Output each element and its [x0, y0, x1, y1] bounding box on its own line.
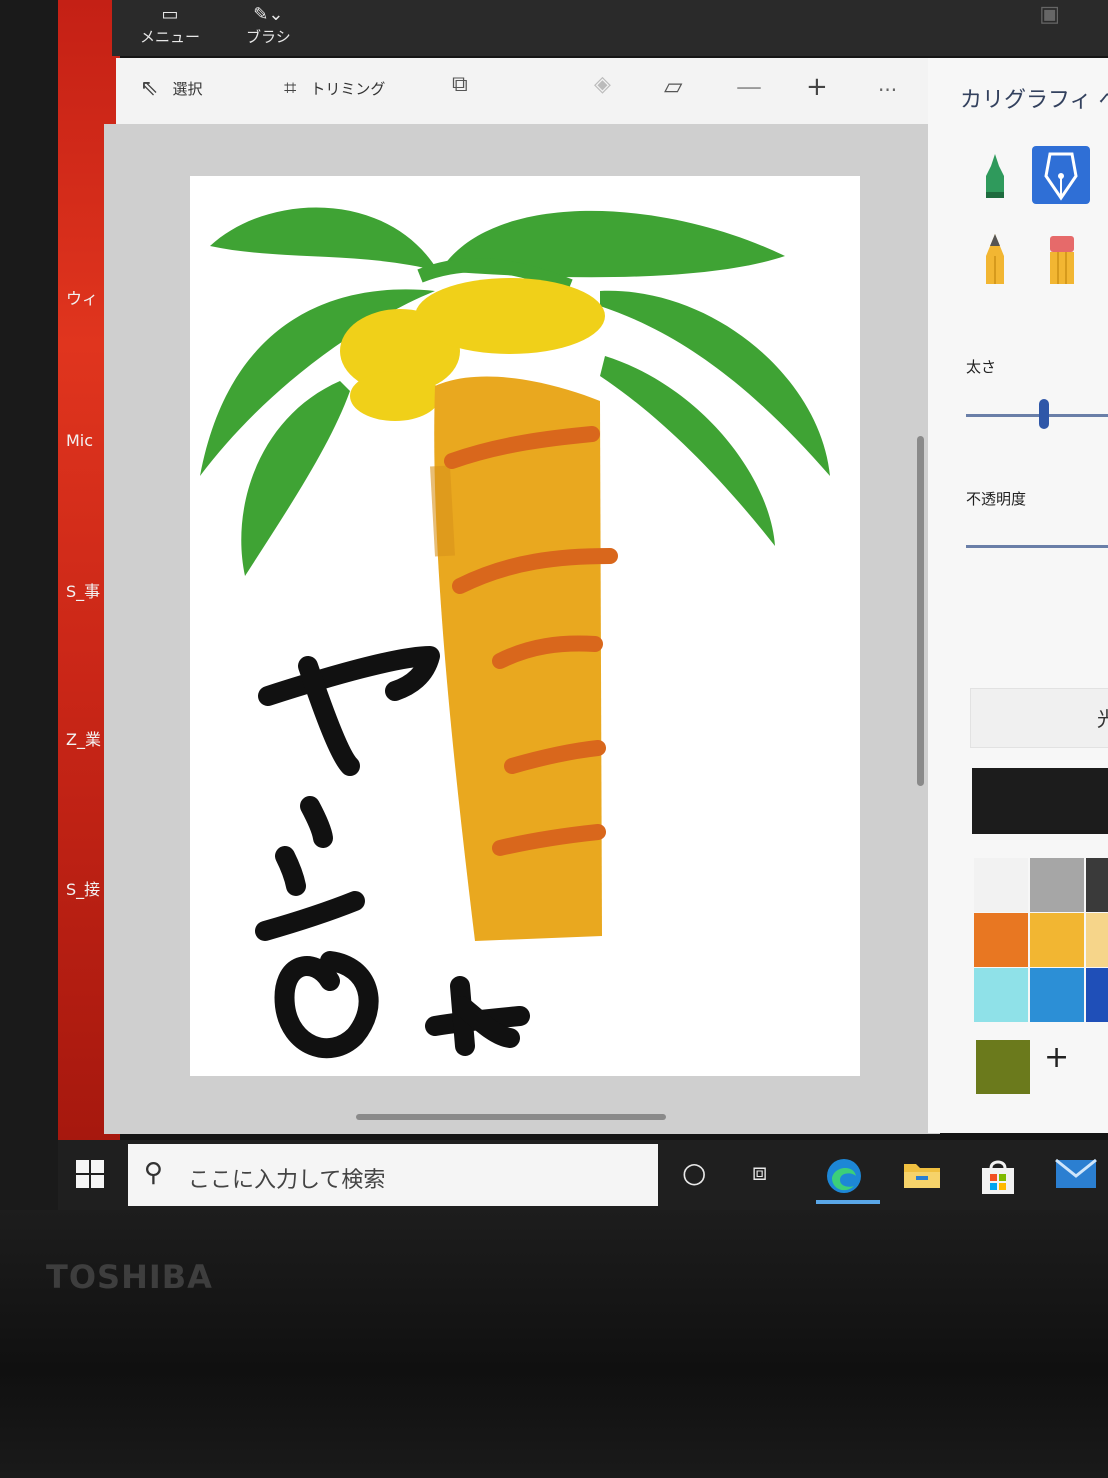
palette-color-swatch[interactable]	[974, 968, 1028, 1022]
laptop-brand-logo: TOSHIBA	[46, 1258, 213, 1296]
horizontal-scrollbar[interactable]	[356, 1114, 666, 1120]
opacity-label: 不透明度	[966, 490, 1027, 508]
stickers-icon[interactable]: ▣	[1039, 2, 1060, 27]
3d-view-icon[interactable]: ▱	[664, 72, 682, 100]
drawing-canvas[interactable]	[190, 176, 860, 1076]
paint3d-app-bar: ▭ メニュー ✎⌄ ブラシ ▣	[112, 0, 1108, 56]
add-color-button[interactable]: +	[1044, 1040, 1069, 1075]
task-view-icon[interactable]: ⧈	[752, 1158, 767, 1186]
laptop-bezel-left	[0, 0, 58, 1220]
eraser-button[interactable]	[1032, 228, 1090, 286]
select-button[interactable]: ⇖ 選択	[140, 76, 202, 101]
palette-color-swatch[interactable]	[1030, 913, 1084, 967]
store-icon[interactable]	[978, 1156, 1018, 1203]
marker-icon	[986, 154, 1004, 198]
desktop-icon-label[interactable]: Mic	[66, 431, 93, 450]
file-explorer-icon[interactable]	[902, 1156, 942, 1199]
custom-color-swatch[interactable]	[976, 1040, 1030, 1094]
search-icon: ⚲	[144, 1158, 164, 1188]
brush-side-panel: カリグラフィ ペン 太さ 不透明度 光	[928, 58, 1108, 1133]
current-color-swatch[interactable]	[972, 768, 1108, 834]
start-button[interactable]	[76, 1160, 104, 1188]
more-options-button[interactable]: ···	[878, 78, 897, 102]
active-app-indicator	[816, 1200, 880, 1204]
thickness-slider[interactable]	[966, 414, 1108, 417]
panel-title: カリグラフィ ペン	[960, 88, 1108, 113]
opacity-slider[interactable]	[966, 545, 1108, 548]
palette-color-swatch[interactable]	[1086, 858, 1108, 912]
pencil-icon	[986, 234, 1004, 284]
thickness-slider-thumb[interactable]	[1039, 399, 1049, 429]
brush-icon: ✎⌄	[253, 4, 284, 25]
palm-tree-drawing	[200, 207, 830, 1059]
vertical-scrollbar[interactable]	[917, 436, 924, 786]
windows-taskbar: ⚲ ここに入力して検索 ○ ⧈	[58, 1140, 1108, 1212]
crop-icon: ⌗	[284, 76, 297, 101]
desktop-icon-label[interactable]: S_事	[66, 578, 100, 602]
windows-logo-icon	[76, 1160, 89, 1173]
partial-button[interactable]: 光	[970, 688, 1108, 748]
menu-button[interactable]: ▭ メニュー	[140, 4, 200, 47]
canvas-toolbar: ⇖ 選択 ⌗ トリミング ⧉ ◈ ▱ — + ···	[116, 58, 928, 124]
canvas-area[interactable]	[104, 124, 940, 1134]
laptop-bezel-bottom: TOSHIBA	[0, 1210, 1108, 1478]
cortana-icon[interactable]: ○	[682, 1156, 706, 1189]
brush-button[interactable]: ✎⌄ ブラシ	[246, 4, 291, 47]
palette-color-swatch[interactable]	[974, 913, 1028, 967]
marker-button[interactable]	[966, 148, 1024, 206]
magic-select-icon[interactable]: ⧉	[452, 72, 468, 97]
cursor-icon: ⇖	[140, 76, 159, 101]
desktop-icon-label[interactable]: ウィ	[66, 285, 98, 309]
eraser-icon	[1050, 236, 1074, 284]
palette-color-swatch[interactable]	[1086, 913, 1108, 967]
crop-button[interactable]: ⌗ トリミング	[284, 76, 385, 101]
edge-icon[interactable]	[824, 1156, 864, 1203]
zoom-out-button[interactable]: —	[736, 72, 762, 102]
disabled-3d-icon: ◈	[594, 72, 611, 97]
palette-color-swatch[interactable]	[1030, 858, 1084, 912]
calligraphy-pen-icon	[1044, 152, 1078, 201]
mail-icon[interactable]	[1054, 1156, 1098, 1199]
thickness-label: 太さ	[966, 358, 997, 376]
pencil-button[interactable]	[966, 228, 1024, 286]
desktop-icon-label[interactable]: S_接	[66, 876, 100, 900]
desktop-icon-label[interactable]: Z_業	[66, 726, 101, 750]
zoom-in-button[interactable]: +	[806, 72, 828, 102]
calligraphy-pen-button[interactable]	[1032, 146, 1090, 204]
taskbar-search-box[interactable]: ⚲ ここに入力して検索	[128, 1144, 658, 1206]
palette-color-swatch[interactable]	[1086, 968, 1108, 1022]
search-placeholder: ここに入力して検索	[188, 1168, 386, 1193]
palette-color-swatch[interactable]	[974, 858, 1028, 912]
palette-color-swatch[interactable]	[1030, 968, 1084, 1022]
menu-icon: ▭	[161, 4, 179, 25]
